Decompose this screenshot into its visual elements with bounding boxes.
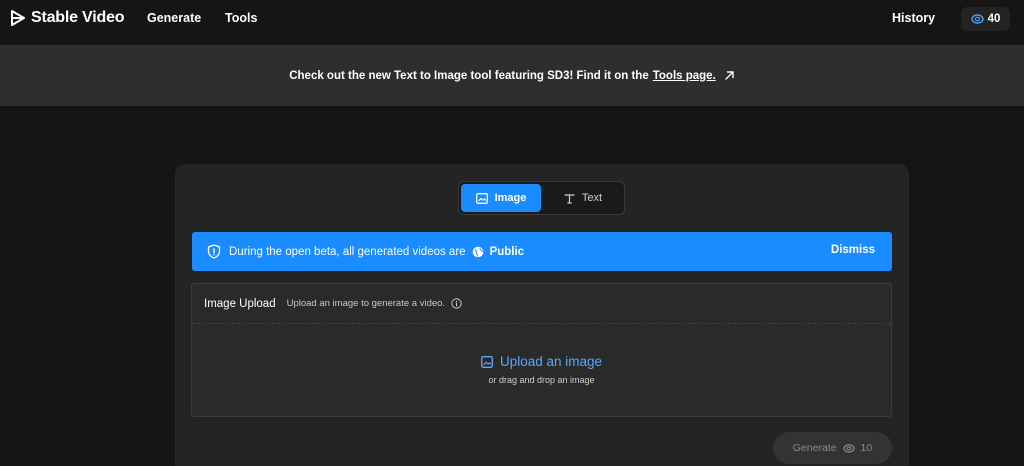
- upload-image-button[interactable]: Upload an image: [481, 354, 602, 369]
- nav-generate-link[interactable]: Generate: [147, 11, 201, 25]
- brand-name: Stable Video: [31, 9, 125, 26]
- tab-image[interactable]: Image: [461, 184, 541, 212]
- generate-label: Generate: [792, 442, 837, 454]
- external-arrow-icon[interactable]: [724, 70, 735, 81]
- upload-cta: Upload an image: [499, 354, 603, 369]
- tools-page-link[interactable]: Tools page.: [653, 70, 716, 82]
- upload-title: Image Upload: [204, 297, 276, 310]
- upload-header: Image Upload Upload an image to generate…: [192, 284, 891, 324]
- upload-description: Upload an image to generate a video.: [286, 298, 446, 309]
- credits-icon: [842, 443, 855, 453]
- info-icon[interactable]: [451, 298, 462, 309]
- generator-card: Image Text During the open beta, all gen…: [175, 164, 909, 466]
- brand[interactable]: Stable Video: [11, 9, 125, 27]
- tab-image-label: Image: [494, 192, 527, 204]
- credits-count: 40: [987, 13, 1001, 25]
- beta-notice: During the open beta, all generated vide…: [192, 232, 892, 271]
- tab-text[interactable]: Text: [543, 184, 623, 212]
- visibility-public: Public: [489, 245, 525, 258]
- tab-text-label: Text: [581, 192, 603, 204]
- generate-cost: 10: [860, 442, 873, 454]
- globe-icon: [472, 246, 483, 257]
- image-icon: [475, 192, 488, 204]
- mode-switch: Image Text: [458, 181, 625, 215]
- shield-icon: [207, 244, 221, 259]
- credits-badge[interactable]: 40: [961, 7, 1010, 31]
- beta-notice-text: During the open beta, all generated vide…: [229, 245, 466, 258]
- nav-tools-link[interactable]: Tools: [225, 11, 257, 25]
- upload-hint: or drag and drop an image: [488, 375, 595, 385]
- generate-button[interactable]: Generate 10: [773, 432, 892, 464]
- announcement-text: Check out the new Text to Image tool fea…: [289, 69, 649, 82]
- dismiss-button[interactable]: Dismiss: [831, 244, 875, 256]
- image-upload-panel: Image Upload Upload an image to generate…: [191, 283, 892, 417]
- credits-icon: [970, 14, 984, 24]
- nav-history-link[interactable]: History: [892, 11, 935, 25]
- image-icon: [481, 355, 493, 368]
- stable-video-logo-icon: [11, 10, 25, 26]
- image-dropzone[interactable]: Upload an image or drag and drop an imag…: [192, 324, 891, 417]
- text-icon: [564, 193, 575, 204]
- announcement-banner: Check out the new Text to Image tool fea…: [0, 45, 1024, 106]
- top-nav: Stable Video Generate Tools History 40: [0, 0, 1024, 38]
